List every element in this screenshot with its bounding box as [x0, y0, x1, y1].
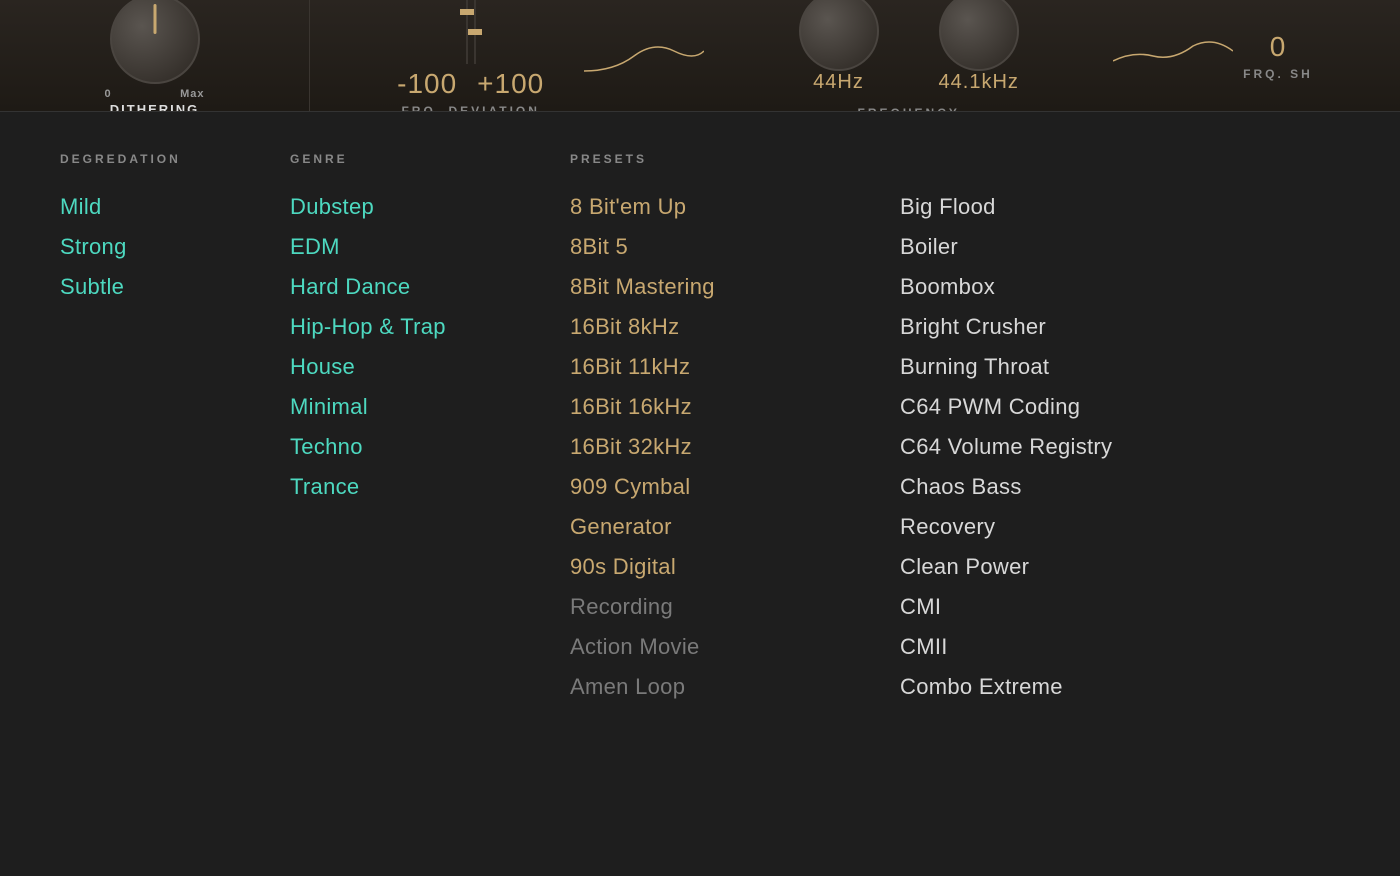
- dithering-markers: 0 Max: [105, 88, 205, 100]
- list-item[interactable]: Big Flood: [900, 194, 1230, 220]
- list-item[interactable]: House: [290, 354, 570, 380]
- presets-column-left: PRESETS 8 Bit'em Up 8Bit 5 8Bit Mastering 1…: [570, 152, 900, 836]
- genre-list: Dubstep EDM Hard Dance Hip-Hop & Trap House M…: [290, 194, 570, 514]
- header-params: -100 +100 FRQ. DEVIATION 44Hz: [310, 0, 1400, 111]
- list-item[interactable]: 16Bit 16kHz: [570, 394, 900, 420]
- list-item[interactable]: Burning Throat: [900, 354, 1230, 380]
- degradation-header: DEGREDATION: [60, 152, 290, 166]
- list-item[interactable]: Techno: [290, 434, 570, 460]
- list-item[interactable]: C64 Volume Registry: [900, 434, 1230, 460]
- freq-val2: 44.1kHz: [939, 71, 1019, 94]
- list-item[interactable]: 16Bit 8kHz: [570, 314, 900, 340]
- frq-dev-max: +100: [477, 68, 544, 100]
- list-item[interactable]: 16Bit 11kHz: [570, 354, 900, 380]
- content-area: DEGREDATION Mild Strong Subtle GENRE Dubst…: [0, 112, 1400, 876]
- freq-label: FREQUENCY: [858, 106, 960, 112]
- frq-sh-value: 0: [1270, 31, 1287, 63]
- header-bar: 0 Max DITHERING: [0, 0, 1400, 112]
- dithering-knob[interactable]: [110, 0, 200, 84]
- genre-column: GENRE Dubstep EDM Hard Dance Hip-Hop & Trap…: [290, 152, 570, 836]
- degradation-column: DEGREDATION Mild Strong Subtle: [60, 152, 290, 836]
- list-item[interactable]: Minimal: [290, 394, 570, 420]
- list-item[interactable]: Boiler: [900, 234, 1230, 260]
- list-item[interactable]: Action Movie: [570, 634, 900, 660]
- dithering-label: DITHERING: [110, 102, 200, 112]
- presets-right-list: Big Flood Boiler Boombox Bright Crusher Burn…: [900, 194, 1230, 714]
- freq-curve-right: [1113, 31, 1233, 81]
- list-item[interactable]: Amen Loop: [570, 674, 900, 700]
- list-item[interactable]: Recording: [570, 594, 900, 620]
- list-item[interactable]: Hip-Hop & Trap: [290, 314, 570, 340]
- list-item[interactable]: Generator: [570, 514, 900, 540]
- degradation-list: Mild Strong Subtle: [60, 194, 290, 314]
- list-item[interactable]: CMI: [900, 594, 1230, 620]
- dithering-section: 0 Max DITHERING: [0, 0, 310, 111]
- list-item[interactable]: C64 PWM Coding: [900, 394, 1230, 420]
- list-item[interactable]: Recovery: [900, 514, 1230, 540]
- list-item[interactable]: Combo Extreme: [900, 674, 1230, 700]
- list-item[interactable]: 8 Bit'em Up: [570, 194, 900, 220]
- dithering-max: Max: [180, 88, 204, 100]
- list-item[interactable]: 8Bit Mastering: [570, 274, 900, 300]
- list-item[interactable]: Subtle: [60, 274, 290, 300]
- presets-header: PRESETS: [570, 152, 900, 166]
- list-item[interactable]: 909 Cymbal: [570, 474, 900, 500]
- list-item[interactable]: EDM: [290, 234, 570, 260]
- list-item[interactable]: Trance: [290, 474, 570, 500]
- genre-header: GENRE: [290, 152, 570, 166]
- list-item[interactable]: Boombox: [900, 274, 1230, 300]
- frq-sh-group: 0 FRQ. SH: [1113, 31, 1313, 81]
- list-item[interactable]: Dubstep: [290, 194, 570, 220]
- list-item[interactable]: Chaos Bass: [900, 474, 1230, 500]
- dithering-knob-container: 0 Max DITHERING: [105, 0, 205, 112]
- frq-dev-min: -100: [397, 68, 457, 100]
- freq-curve-left: [584, 31, 704, 81]
- frq-dev-label: FRQ. DEVIATION: [401, 104, 539, 113]
- presets-column-right: PRESETS Big FloodBoilerBoomboxBright Cru…: [900, 152, 1230, 836]
- list-item[interactable]: Hard Dance: [290, 274, 570, 300]
- list-item[interactable]: 16Bit 32kHz: [570, 434, 900, 460]
- list-item[interactable]: Bright Crusher: [900, 314, 1230, 340]
- dithering-min: 0: [105, 88, 112, 100]
- list-item[interactable]: 90s Digital: [570, 554, 900, 580]
- list-item[interactable]: CMII: [900, 634, 1230, 660]
- list-item[interactable]: 8Bit 5: [570, 234, 900, 260]
- freq-val1: 44Hz: [813, 71, 864, 94]
- frequency-group: 44Hz 44.1kHz FREQUENCY: [799, 0, 1019, 112]
- list-item[interactable]: Strong: [60, 234, 290, 260]
- list-item[interactable]: Clean Power: [900, 554, 1230, 580]
- frq-deviation-group: -100 +100 FRQ. DEVIATION: [397, 0, 704, 112]
- list-item[interactable]: Mild: [60, 194, 290, 220]
- presets-left-list: 8 Bit'em Up 8Bit 5 8Bit Mastering 16Bit 8kH…: [570, 194, 900, 714]
- frq-sh-label: FRQ. SH: [1243, 67, 1313, 81]
